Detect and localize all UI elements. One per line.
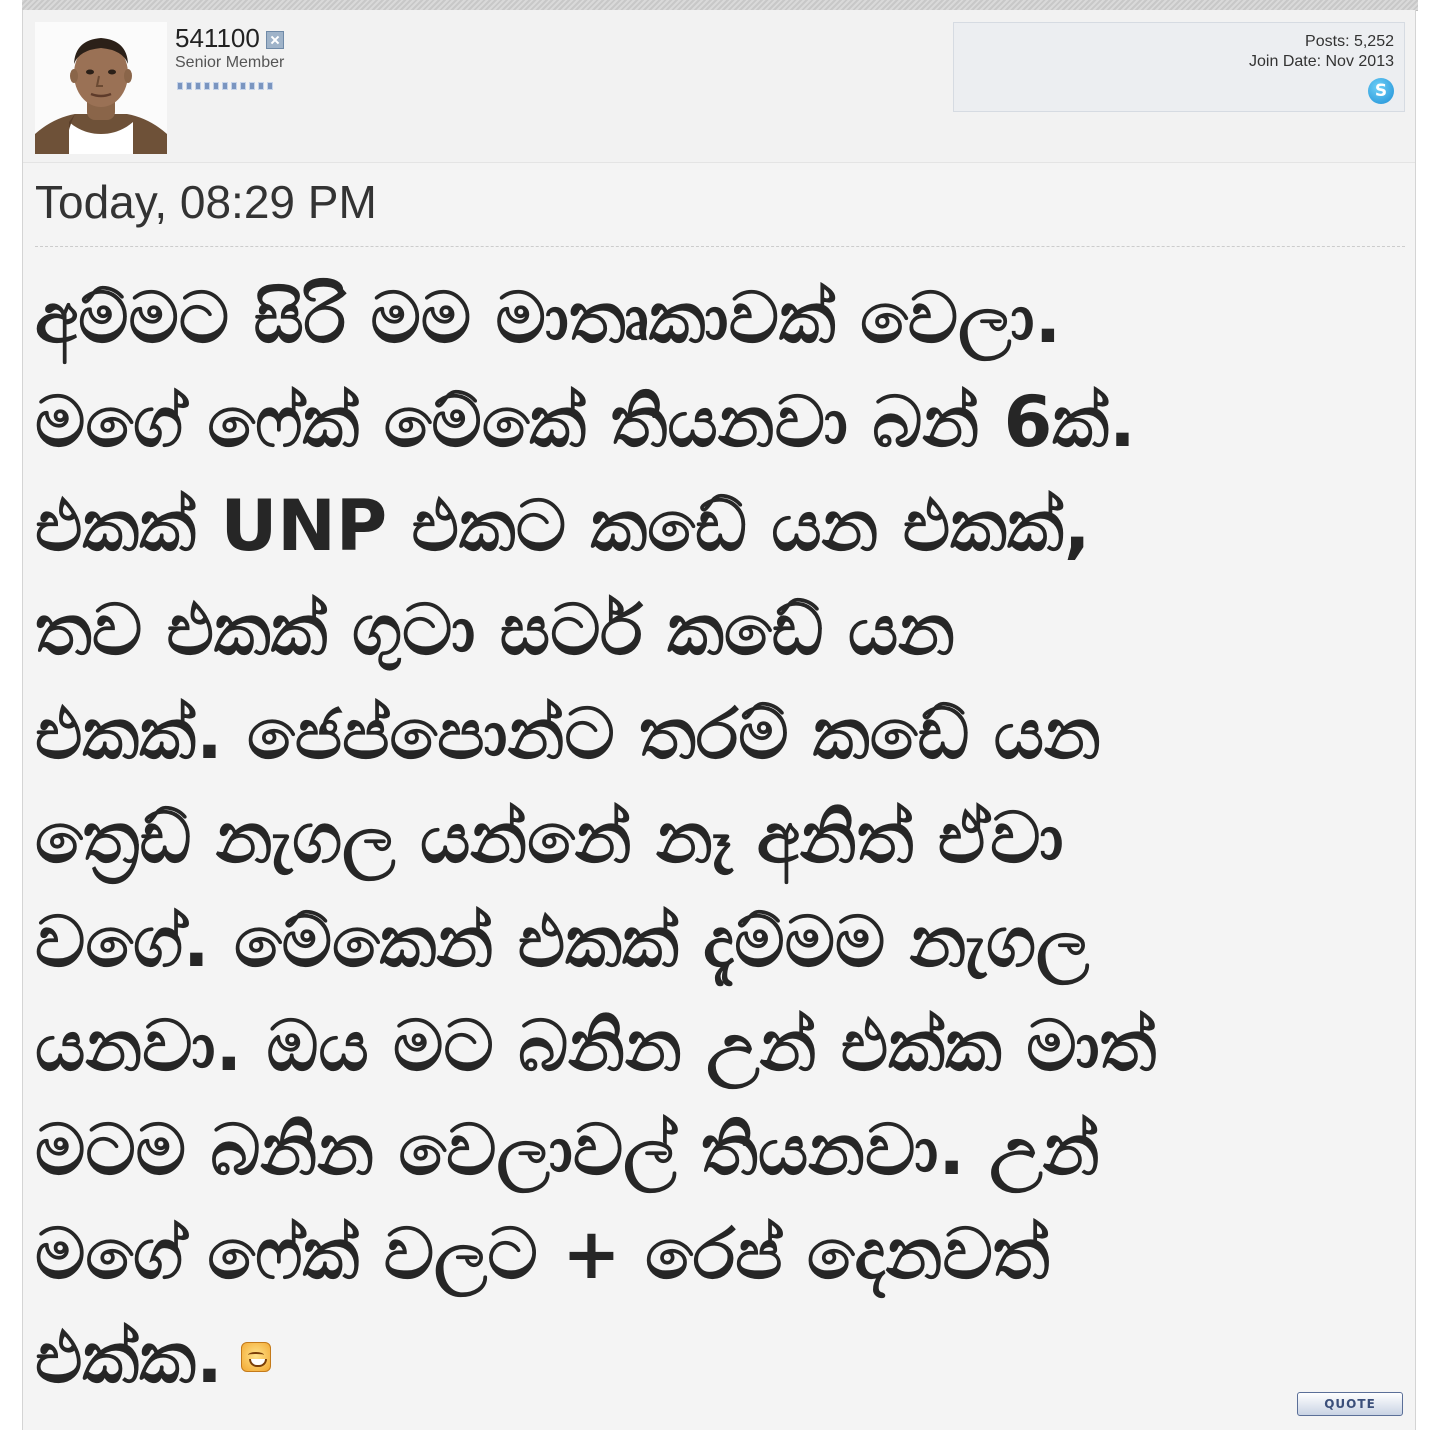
- username-link[interactable]: 541100: [175, 23, 260, 54]
- reputation-pip: [177, 82, 183, 90]
- message-line: තව එකක් ගුටා සර්ට කඩේ යන: [35, 589, 955, 671]
- message-line-text: එක්ක.: [35, 1317, 223, 1399]
- forum-post: 541100 Senior Member Posts: 5,252 Join D…: [22, 10, 1416, 1430]
- reputation-pip: [258, 82, 264, 90]
- offline-status-icon: [265, 31, 284, 49]
- post-count: Posts: 5,252: [1305, 33, 1394, 50]
- message-line: මගේ ෆේක් වලට + රෙප් දෙනවත්: [35, 1213, 1050, 1295]
- quote-button[interactable]: QUOTE: [1297, 1392, 1403, 1416]
- post-message: අම්මට සිරි මම මාතෘකාවක් වෙලා. මගේ ෆේක් ම…: [35, 266, 1405, 1410]
- reputation-pip: [222, 82, 228, 90]
- message-line: වගේ. මේකෙන් එකක් දැම්මම නැගල: [35, 901, 1090, 983]
- avatar[interactable]: [35, 22, 167, 154]
- user-title: Senior Member: [175, 54, 285, 71]
- reputation-pip: [195, 82, 201, 90]
- message-line: අම්මට සිරි මම මාතෘකාවක් වෙලා.: [35, 277, 1062, 359]
- reputation-pip: [231, 82, 237, 90]
- user-stats-box: Posts: 5,252 Join Date: Nov 2013 S: [953, 22, 1405, 112]
- message-line: ත්‍රෙඩ් නැගල යන්නේ නෑ අනිත් ඒවා: [35, 797, 1064, 879]
- reputation-bar: [177, 82, 273, 90]
- reputation-pip: [204, 82, 210, 90]
- reputation-pip: [240, 82, 246, 90]
- reputation-pip: [249, 82, 255, 90]
- message-line: මගේ ෆේක් මේකේ තියනවා බන් 6ක්.: [35, 381, 1136, 463]
- message-last-line: එක්ක.: [35, 1306, 1405, 1410]
- skype-icon[interactable]: S: [1368, 78, 1394, 104]
- reputation-pip: [267, 82, 273, 90]
- message-line: එකක් UNP එකට කඩේ යන එකක්,: [35, 485, 1091, 567]
- date-divider: [35, 246, 1405, 247]
- reputation-pip: [186, 82, 192, 90]
- reputation-pip: [213, 82, 219, 90]
- join-date: Join Date: Nov 2013: [1249, 53, 1394, 70]
- grinning-smiley-icon: [240, 1341, 271, 1372]
- post-date: Today, 08:29 PM: [35, 176, 377, 228]
- user-info-panel: 541100 Senior Member Posts: 5,252 Join D…: [23, 10, 1415, 163]
- message-line: එකක්. ජෙප්පොන්ට තරම් කඩේ යන: [35, 693, 1101, 775]
- username-row: 541100: [175, 22, 284, 54]
- message-line: මටම බනින වෙලාවල් තියනවා. උන්: [35, 1109, 1100, 1191]
- message-line: යනවා. ඔය මට බනින උන් එක්ක මාත්: [35, 1005, 1157, 1087]
